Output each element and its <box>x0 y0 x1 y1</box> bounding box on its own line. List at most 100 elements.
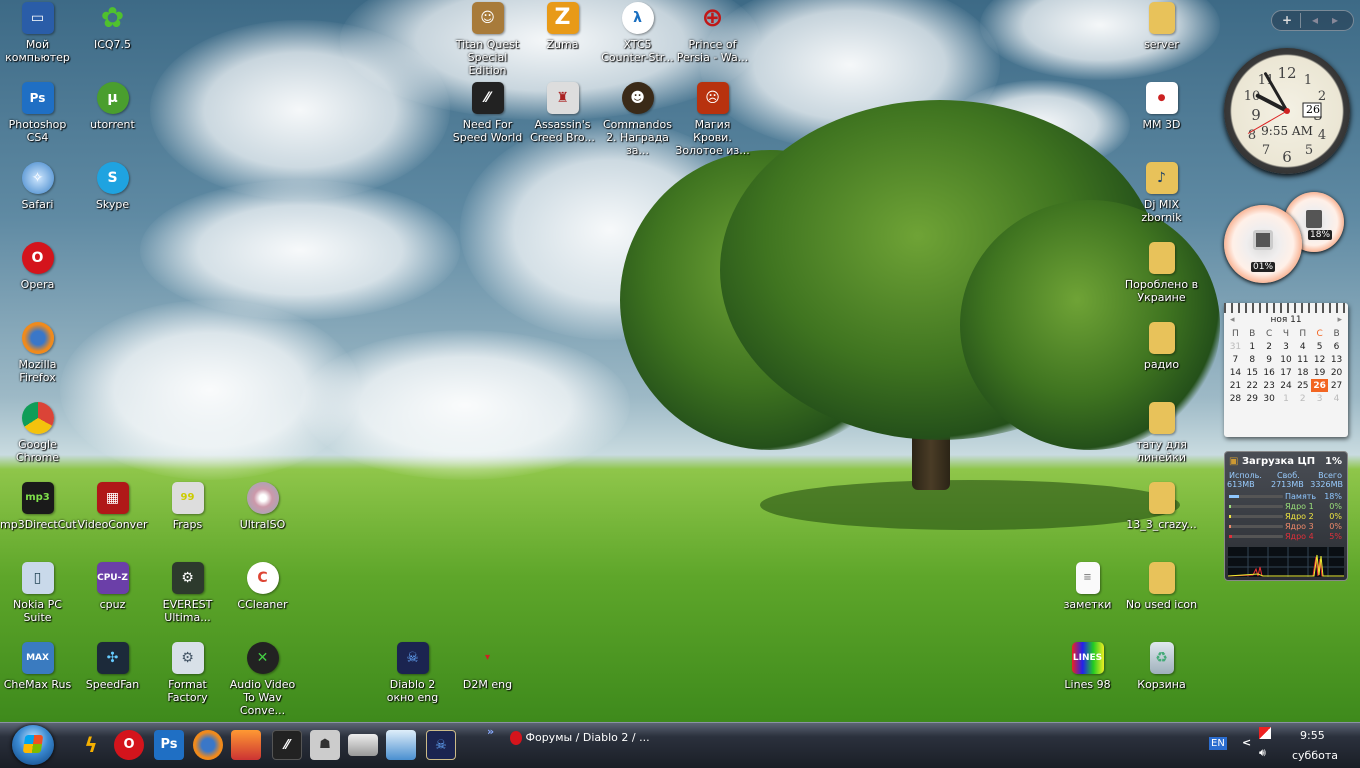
desktop-icon-chrome[interactable]: Google Chrome <box>0 400 75 478</box>
calendar-gadget[interactable]: ◂ ноя 11 ▸ П В С Ч П С В 31 1 2 3 4 5 6 7 8 9 10 11 12 13 14 1… <box>1224 303 1348 437</box>
desktop-icon-tatu[interactable]: тату для линейки <box>1124 400 1199 478</box>
calendar-day[interactable]: 5 <box>1311 340 1328 353</box>
calendar-day[interactable]: 4 <box>1328 392 1345 405</box>
kaspersky-icon[interactable] <box>1259 727 1271 739</box>
clock-gadget[interactable]: 12369 1245781011 26 9:55 AM <box>1224 48 1350 174</box>
volume-icon[interactable]: 🔊︎ <box>1259 746 1266 760</box>
calendar-day[interactable]: 11 <box>1294 353 1311 366</box>
quicklaunch-explorer-icon[interactable] <box>386 730 416 760</box>
next-gadget-button[interactable]: ▸ <box>1332 11 1338 30</box>
desktop-icon-13-3-crazy[interactable]: 13_3_crazy... <box>1124 480 1199 558</box>
desktop-icon-counter-strike[interactable]: λ XTC5 Counter-Str... <box>600 0 675 78</box>
calendar-day[interactable]: 18 <box>1294 366 1311 379</box>
desktop-icon-chemax[interactable]: MAX CheMax Rus <box>0 640 75 718</box>
calendar-day[interactable]: 1 <box>1278 392 1295 405</box>
calendar-day[interactable]: 31 <box>1227 340 1244 353</box>
desktop-icon-recycle-bin[interactable]: ♻ Корзина <box>1124 640 1199 718</box>
desktop-icon-no-used-icon[interactable]: No used icon <box>1124 560 1199 638</box>
desktop-icon-d2m[interactable]: ▾ D2M eng <box>450 640 525 718</box>
quicklaunch-counter-strike-icon[interactable]: ☗ <box>310 730 340 760</box>
quicklaunch-colosseum-icon[interactable] <box>231 730 261 760</box>
desktop-icon-ultraiso[interactable]: UltraISO <box>225 480 300 558</box>
desktop-icon-icq[interactable]: ✿ ICQ7.5 <box>75 0 150 78</box>
quicklaunch-photoshop-icon[interactable]: Ps <box>154 730 184 760</box>
prev-gadget-button[interactable]: ◂ <box>1312 11 1318 30</box>
quicklaunch-drive-icon[interactable] <box>348 734 378 756</box>
cpu-meter-gadget[interactable]: ▣ Загрузка ЦП 1% Исполь. Своб. Всего 613… <box>1224 451 1348 581</box>
calendar-day[interactable]: 15 <box>1244 366 1261 379</box>
desktop-icon-nfs-world[interactable]: ⁄⁄ Need For Speed World <box>450 80 525 158</box>
calendar-day[interactable]: 9 <box>1261 353 1278 366</box>
calendar-day[interactable]: 23 <box>1261 379 1278 392</box>
desktop-icon-zametki[interactable]: ≡ заметки <box>1050 560 1125 638</box>
clock-day[interactable]: суббота <box>1292 749 1338 762</box>
start-button[interactable] <box>12 725 54 765</box>
desktop-icon-mm3d[interactable]: ● MM 3D <box>1124 80 1199 158</box>
desktop-icon-mp3directcut[interactable]: mp3 mp3DirectCut <box>0 480 77 558</box>
desktop-icon-videoconver[interactable]: ▦ VideoConver <box>75 480 150 558</box>
calendar-day[interactable]: 27 <box>1328 379 1345 392</box>
task-button-opera-forums[interactable]: Форумы / Diablo 2 / ... <box>510 727 650 753</box>
calendar-day[interactable]: 2 <box>1294 392 1311 405</box>
desktop-icon-commandos[interactable]: ☻ Commandos 2. Награда за... <box>600 80 675 158</box>
calendar-day[interactable]: 16 <box>1261 366 1278 379</box>
quicklaunch-firefox-icon[interactable] <box>193 730 223 760</box>
desktop-icon-firefox[interactable]: Mozilla Firefox <box>0 320 75 398</box>
calendar-day[interactable]: 7 <box>1227 353 1244 366</box>
calendar-day[interactable]: 2 <box>1261 340 1278 353</box>
calendar-day[interactable]: 25 <box>1294 379 1311 392</box>
calendar-day[interactable]: 28 <box>1227 392 1244 405</box>
desktop-icon-diablo2[interactable]: ☠ Diablo 2 окно eng <box>375 640 450 718</box>
calendar-day[interactable]: 10 <box>1278 353 1295 366</box>
desktop-icon-radio[interactable]: радио <box>1124 320 1199 398</box>
desktop-icon-titan-quest[interactable]: ☺ Titan Quest Special Edition <box>450 0 525 78</box>
desktop-icon-fraps[interactable]: 99 Fraps <box>150 480 225 558</box>
calendar-day[interactable]: 17 <box>1278 366 1295 379</box>
prev-month-button[interactable]: ◂ <box>1230 313 1235 327</box>
desktop-icon-format-factory[interactable]: ⚙ Format Factory <box>150 640 225 718</box>
desktop-icon-ccleaner[interactable]: C CCleaner <box>225 560 300 638</box>
calendar-day[interactable]: 24 <box>1278 379 1295 392</box>
next-month-button[interactable]: ▸ <box>1337 313 1342 327</box>
calendar-day[interactable]: 8 <box>1244 353 1261 366</box>
quicklaunch-winamp-icon[interactable]: ϟ <box>76 730 106 760</box>
desktop-icon-cpuz[interactable]: CPU-Z cpuz <box>75 560 150 638</box>
calendar-day[interactable]: 3 <box>1278 340 1295 353</box>
desktop-icon-dj-mix[interactable]: ♪ Dj MIX zbornik <box>1124 160 1199 238</box>
calendar-day[interactable]: 21 <box>1227 379 1244 392</box>
desktop-icon-my-computer[interactable]: ▭ Мой компьютер <box>0 0 75 78</box>
calendar-day[interactable]: 19 <box>1311 366 1328 379</box>
desktop-icon-lines98[interactable]: LINES Lines 98 <box>1050 640 1125 718</box>
desktop-icon-speedfan[interactable]: ✣ SpeedFan <box>75 640 150 718</box>
desktop-icon-assassins-creed[interactable]: ♜ Assassin's Creed Bro... <box>525 80 600 158</box>
quicklaunch-opera-icon[interactable]: O <box>114 730 144 760</box>
calendar-day[interactable]: 13 <box>1328 353 1345 366</box>
calendar-day[interactable]: 20 <box>1328 366 1345 379</box>
desktop-icon-everest[interactable]: ⚙ EVEREST Ultima... <box>150 560 225 638</box>
calendar-day[interactable]: 30 <box>1261 392 1278 405</box>
desktop-icon-audio-video-wav[interactable]: ✕ Audio Video To Wav Conve... <box>225 640 300 718</box>
desktop-icon-zuma[interactable]: Z Zuma <box>525 0 600 78</box>
calendar-day[interactable]: 3 <box>1311 392 1328 405</box>
calendar-day[interactable]: 1 <box>1244 340 1261 353</box>
calendar-day[interactable]: 6 <box>1328 340 1345 353</box>
quicklaunch-overflow-button[interactable]: » <box>487 725 494 738</box>
add-gadget-button[interactable]: + <box>1282 11 1292 30</box>
quicklaunch-nfs-icon[interactable]: ⁄⁄ <box>272 730 302 760</box>
desktop-icon-poroblenо[interactable]: Пороблено в Украине <box>1124 240 1199 318</box>
desktop-icon-skype[interactable]: S Skype <box>75 160 150 238</box>
quicklaunch-diablo-icon[interactable]: ☠ <box>426 730 456 760</box>
language-indicator[interactable]: EN <box>1209 737 1227 750</box>
calendar-day[interactable]: 14 <box>1227 366 1244 379</box>
calendar-day[interactable]: 12 <box>1311 353 1328 366</box>
desktop-icon-prince-of-persia[interactable]: ⊕ Prince of Persia - Wa... <box>675 0 750 78</box>
calendar-day[interactable]: 29 <box>1244 392 1261 405</box>
desktop-icon-blood-magic[interactable]: ☹ Магия Крови. Золотое из... <box>675 80 750 158</box>
desktop-icon-utorrent[interactable]: µ utorrent <box>75 80 150 158</box>
cpu-gauge[interactable]: 01% <box>1224 205 1302 283</box>
desktop-icon-safari[interactable]: ✧ Safari <box>0 160 75 238</box>
clock-time[interactable]: 9:55 <box>1300 729 1325 742</box>
show-hidden-icons-button[interactable]: < <box>1242 736 1251 749</box>
desktop-icon-photoshop[interactable]: Ps Photoshop CS4 <box>0 80 75 158</box>
calendar-day[interactable]: 4 <box>1294 340 1311 353</box>
